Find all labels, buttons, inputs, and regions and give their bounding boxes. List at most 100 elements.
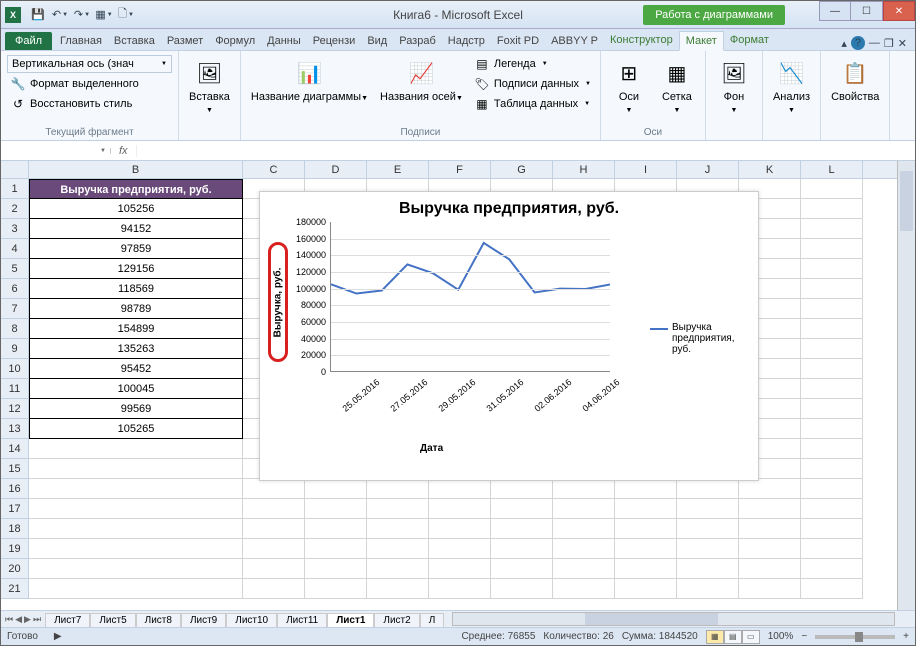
qat-item-icon[interactable]: 🗋▼ [117,6,135,24]
cell[interactable] [801,259,863,279]
chart-legend[interactable]: Выручка предприятия, руб. [650,322,750,355]
cell[interactable] [367,519,429,539]
column-header[interactable]: G [491,161,553,178]
cell[interactable] [677,479,739,499]
embedded-chart[interactable]: Выручка предприятия, руб. Выручка, руб. … [259,191,759,481]
column-header[interactable]: E [367,161,429,178]
sheet-tab[interactable]: Лист9 [181,613,226,627]
cell[interactable]: 94152 [29,219,243,239]
cell[interactable] [243,559,305,579]
row-header[interactable]: 12 [1,399,28,419]
cell[interactable] [615,539,677,559]
row-header[interactable]: 5 [1,259,28,279]
horizontal-scrollbar[interactable] [452,612,895,626]
cell[interactable] [243,579,305,599]
cell[interactable] [739,539,801,559]
cell[interactable] [491,579,553,599]
cell[interactable] [491,479,553,499]
ribbon-tab-context[interactable]: Формат [724,31,775,50]
cell[interactable] [739,519,801,539]
ribbon-tab[interactable]: Вид [361,32,393,50]
cell[interactable] [491,499,553,519]
cell[interactable] [305,579,367,599]
row-header[interactable]: 8 [1,319,28,339]
sheet-tab[interactable]: Л [420,613,445,627]
cell[interactable] [367,479,429,499]
y-axis-label[interactable]: Выручка, руб. [273,267,284,337]
cell[interactable] [367,539,429,559]
cell[interactable] [429,479,491,499]
save-icon[interactable]: 💾 [29,6,47,24]
cell[interactable] [739,559,801,579]
ribbon-tab[interactable]: Foxit PD [491,32,545,50]
maximize-button[interactable]: ☐ [851,1,883,21]
ribbon-tab-context[interactable]: Макет [679,31,724,51]
cell[interactable] [615,499,677,519]
sheet-nav-prev-icon[interactable]: ◀ [15,614,22,625]
cell[interactable] [243,479,305,499]
doc-minimize-icon[interactable]: — [869,37,880,49]
sheet-tab[interactable]: Лист8 [136,613,181,627]
cell[interactable] [553,519,615,539]
ribbon-tab[interactable]: Данны [261,32,307,50]
cell[interactable] [801,479,863,499]
cell[interactable] [801,499,863,519]
ribbon-tab[interactable]: Разраб [393,32,442,50]
cell[interactable] [801,359,863,379]
plot-area[interactable] [330,222,610,372]
cell[interactable] [29,519,243,539]
cell[interactable] [801,279,863,299]
row-header[interactable]: 9 [1,339,28,359]
background-button[interactable]: 🖼Фон▼ [712,55,756,117]
row-header[interactable]: 4 [1,239,28,259]
undo-icon[interactable]: ↶▼ [51,6,69,24]
chart-title[interactable]: Выручка предприятия, руб. [260,192,758,222]
column-header[interactable]: C [243,161,305,178]
format-selection-button[interactable]: 🔧Формат выделенного [7,75,172,93]
cell[interactable]: 99569 [29,399,243,419]
cell[interactable] [29,559,243,579]
cell[interactable] [429,499,491,519]
cell[interactable] [801,379,863,399]
cell[interactable] [615,519,677,539]
zoom-slider[interactable] [815,635,895,639]
sheet-tab[interactable]: Лист5 [90,613,135,627]
row-header[interactable]: 11 [1,379,28,399]
cell[interactable] [801,579,863,599]
cell[interactable] [801,439,863,459]
cell[interactable]: 105256 [29,199,243,219]
row-header[interactable]: 1 [1,179,28,199]
cell[interactable] [739,479,801,499]
macro-record-icon[interactable]: ▶ [54,631,62,642]
cell[interactable] [801,419,863,439]
cell[interactable] [29,479,243,499]
cell[interactable] [801,199,863,219]
row-header[interactable]: 19 [1,539,28,559]
zoom-out-button[interactable]: − [801,631,807,642]
row-header[interactable]: 3 [1,219,28,239]
properties-button[interactable]: 📋Свойства [827,55,883,105]
column-header[interactable]: B [29,161,243,178]
cell[interactable] [677,499,739,519]
row-header[interactable]: 20 [1,559,28,579]
x-axis-label[interactable]: Дата [420,443,443,454]
row-header[interactable]: 18 [1,519,28,539]
cell[interactable] [553,499,615,519]
page-layout-view-button[interactable]: ▤ [724,630,742,644]
row-header[interactable]: 21 [1,579,28,599]
cell[interactable] [615,479,677,499]
cell[interactable] [739,579,801,599]
cell[interactable] [243,519,305,539]
cell[interactable] [429,539,491,559]
chart-title-button[interactable]: 📊 Название диаграммы▼ [247,55,372,105]
cell[interactable] [801,559,863,579]
cell[interactable] [367,559,429,579]
cell[interactable] [677,579,739,599]
cell[interactable] [29,439,243,459]
chart-element-selector[interactable]: Вертикальная ось (знач▼ [7,55,172,73]
cell[interactable] [801,339,863,359]
cell[interactable]: 95452 [29,359,243,379]
reset-style-button[interactable]: ↺Восстановить стиль [7,95,172,113]
name-box[interactable]: ▼ [1,148,111,154]
sheet-tab[interactable]: Лист2 [374,613,419,627]
